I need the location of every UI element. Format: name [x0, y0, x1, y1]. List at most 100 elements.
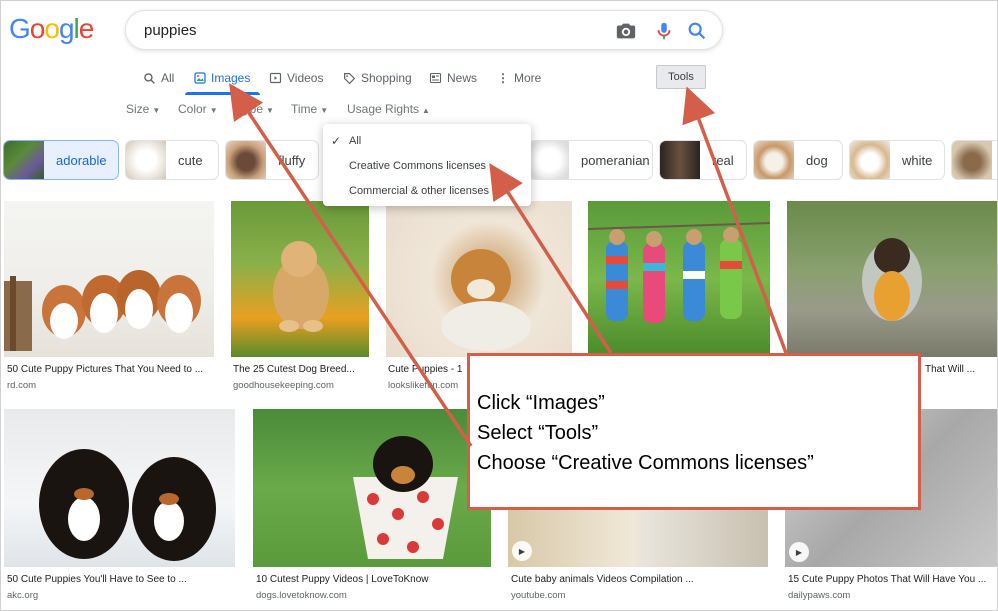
- tab-news[interactable]: News: [429, 68, 477, 88]
- puppy-raincoat-photo: [862, 238, 922, 321]
- result-title[interactable]: That Will ...: [925, 364, 975, 375]
- chip-thumbnail: [952, 141, 992, 179]
- search-icon: [144, 72, 155, 84]
- logo-letter: o: [44, 13, 60, 44]
- tab-label: News: [447, 71, 478, 85]
- result-source[interactable]: rd.com: [7, 380, 36, 391]
- search-icon[interactable]: [686, 20, 708, 42]
- logo-letter: g: [58, 13, 75, 44]
- chip-label: white: [902, 152, 933, 168]
- result-image[interactable]: [787, 201, 997, 357]
- filter-usage-rights[interactable]: Usage Rights ▲: [347, 102, 430, 116]
- chip-thumbnail: [226, 141, 266, 179]
- filter-time[interactable]: Time ▼: [291, 102, 328, 116]
- tab-label: More: [514, 71, 542, 85]
- tab-all[interactable]: All: [143, 68, 174, 88]
- instruction-step-2: Select “Tools”: [477, 422, 599, 444]
- screenshot: Google puppies All Images Videos Shoppin…: [0, 0, 998, 611]
- chip-thumbnail: [754, 141, 794, 179]
- chip-adorable[interactable]: adorable: [3, 140, 119, 180]
- tools-button[interactable]: Tools: [656, 65, 706, 89]
- tab-label: Videos: [287, 71, 324, 85]
- caret-down-icon: ▼: [320, 106, 329, 115]
- result-source[interactable]: dogs.lovetoknow.com: [256, 590, 347, 601]
- result-image[interactable]: [231, 201, 369, 357]
- result-title[interactable]: Cute Puppies - 1: [388, 364, 463, 375]
- sleeping-puppy-photo: [441, 249, 531, 351]
- tab-label: All: [161, 71, 175, 85]
- menu-item-commercial[interactable]: Commercial & other licenses: [349, 185, 489, 197]
- result-title[interactable]: 50 Cute Puppies You'll Have to See to ..…: [7, 574, 187, 585]
- play-icon: ▶: [512, 541, 532, 561]
- logo-letter: G: [9, 13, 31, 44]
- chip-thumbnail: [4, 141, 44, 179]
- result-image[interactable]: [253, 409, 491, 567]
- chip-label: dog: [806, 152, 828, 168]
- checkmark-icon: ✓: [331, 134, 342, 148]
- tab-label: Images: [211, 71, 251, 85]
- chip-thumbnail: [850, 141, 890, 179]
- result-image[interactable]: [386, 201, 572, 357]
- chip-label: real: [712, 152, 734, 168]
- caret-down-icon: ▼: [266, 106, 274, 115]
- puppy-in-cup-photo: [353, 436, 458, 559]
- bernese-puppies-photo: [39, 449, 216, 561]
- puppies-photo: [4, 270, 201, 351]
- active-tab-indicator: [185, 92, 260, 95]
- result-source[interactable]: akc.org: [7, 590, 38, 601]
- logo-letter: e: [78, 13, 95, 44]
- filter-label: Color: [178, 102, 207, 116]
- tab-label: Shopping: [361, 71, 412, 85]
- caret-up-icon: ▲: [422, 106, 430, 115]
- filter-label: Usage Rights: [347, 102, 420, 116]
- caret-down-icon: ▼: [209, 106, 218, 115]
- instruction-step-1: Click “Images”: [477, 392, 605, 414]
- chip-pomeranian[interactable]: pomeranian: [528, 140, 653, 180]
- result-image[interactable]: [4, 409, 235, 567]
- google-logo[interactable]: Google: [9, 13, 95, 45]
- image-icon: [194, 72, 206, 84]
- search-input[interactable]: puppies: [144, 22, 197, 39]
- result-source[interactable]: lookslikefun.com: [388, 380, 458, 391]
- result-title[interactable]: The 25 Cutest Dog Breed...: [233, 364, 355, 375]
- chip-label: fluffy: [278, 152, 306, 168]
- tab-videos[interactable]: Videos: [269, 68, 323, 88]
- chip-label: adorable: [56, 152, 107, 168]
- search-box[interactable]: puppies: [125, 10, 723, 50]
- microphone-icon[interactable]: [653, 20, 675, 42]
- chip-thumbnail: [660, 141, 700, 179]
- chip-dog[interactable]: dog: [753, 140, 843, 180]
- result-title[interactable]: 15 Cute Puppy Photos That Will Have You …: [788, 574, 986, 585]
- tab-shopping[interactable]: Shopping: [343, 68, 412, 88]
- tag-icon: [344, 72, 356, 84]
- result-image[interactable]: [4, 201, 214, 357]
- chip-white[interactable]: white: [849, 140, 945, 180]
- camera-icon[interactable]: [615, 20, 637, 42]
- result-title[interactable]: Cute baby animals Videos Compilation ...: [511, 574, 694, 585]
- chip-cute[interactable]: cute: [125, 140, 219, 180]
- filter-size[interactable]: Size ▼: [126, 102, 160, 116]
- chip-fluffy[interactable]: fluffy: [225, 140, 319, 180]
- result-image[interactable]: [588, 201, 770, 357]
- usage-rights-menu: ✓ All Creative Commons licenses Commerci…: [323, 124, 531, 206]
- tab-images[interactable]: Images: [194, 68, 250, 88]
- result-source[interactable]: goodhousekeeping.com: [233, 380, 334, 391]
- filter-label: Size: [126, 102, 150, 116]
- result-image[interactable]: ▶: [508, 501, 768, 567]
- chip-more[interactable]: [951, 140, 997, 180]
- filter-color[interactable]: Color ▼: [178, 102, 218, 116]
- play-icon: ▶: [789, 542, 809, 562]
- puppies-in-socks-photo: [588, 222, 770, 323]
- video-icon: [269, 72, 282, 84]
- tab-more[interactable]: ⋮ More: [497, 68, 541, 88]
- chip-real[interactable]: real: [659, 140, 747, 180]
- result-title[interactable]: 10 Cutest Puppy Videos | LoveToKnow: [256, 574, 429, 585]
- filter-type[interactable]: Type ▼: [237, 102, 274, 116]
- result-source[interactable]: youtube.com: [511, 590, 565, 601]
- golden-puppy-photo: [273, 241, 329, 332]
- menu-item-all[interactable]: All: [349, 135, 361, 147]
- result-source[interactable]: dailypaws.com: [788, 590, 850, 601]
- chip-label: cute: [178, 152, 203, 168]
- result-title[interactable]: 50 Cute Puppy Pictures That You Need to …: [7, 364, 203, 375]
- menu-item-creative-commons[interactable]: Creative Commons licenses: [349, 160, 486, 172]
